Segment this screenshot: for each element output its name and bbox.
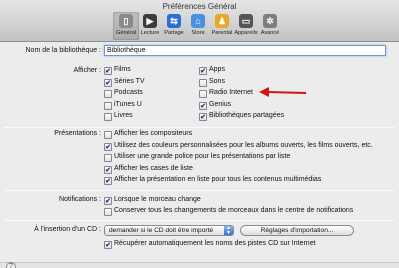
show-bibliotheques-partagees-checkbox[interactable] bbox=[199, 113, 207, 121]
share-icon: ⇆ bbox=[167, 14, 181, 28]
cd-insert-select-value: demander si le CD doit être importé bbox=[109, 227, 214, 234]
notifications-label: Notifications : bbox=[58, 196, 101, 203]
show-radio-internet-label: Radio Internet bbox=[209, 89, 253, 96]
presentations-label: Présentations : bbox=[54, 130, 101, 137]
show-sons-checkbox[interactable] bbox=[199, 78, 207, 87]
toolbar-tab-lecture[interactable]: ▶ Lecture bbox=[137, 12, 163, 40]
store-icon: ⌂ bbox=[191, 14, 205, 28]
toolbar-tab-avanc[interactable]: ✲ Avancé bbox=[257, 12, 283, 40]
toolbar-tab-partage[interactable]: ⇆ Partage bbox=[161, 12, 187, 40]
library-name-input[interactable]: Bibliothèque bbox=[104, 45, 386, 56]
library-name-label: Nom de la bibliothèque : bbox=[25, 47, 102, 54]
show-livres-checkbox[interactable] bbox=[104, 113, 112, 121]
gear-icon: ✲ bbox=[263, 14, 277, 28]
show-apps-checkbox[interactable] bbox=[199, 67, 207, 75]
toolbar-tab-appareils[interactable]: ▭ Appareils bbox=[233, 12, 259, 40]
popup-arrows-icon: ▲ ▼ bbox=[224, 226, 233, 235]
separator bbox=[4, 190, 395, 191]
bottom-bar bbox=[0, 262, 399, 268]
view-afficher-les-compositeurs-label: Afficher les compositeurs bbox=[114, 130, 193, 137]
red-arrow-annotation bbox=[259, 87, 307, 97]
switch-icon: ▯ bbox=[119, 14, 133, 28]
toolbar-tab-label: Lecture bbox=[140, 30, 160, 36]
show-podcasts-checkbox[interactable] bbox=[104, 90, 112, 98]
toolbar-tab-label: Général bbox=[116, 30, 136, 36]
show-genius-checkbox[interactable] bbox=[199, 101, 207, 110]
play-icon: ▶ bbox=[143, 14, 157, 28]
view-utilisez-des-couleurs-personna-checkbox[interactable] bbox=[104, 142, 112, 151]
view-afficher-la-presentation-en-li-checkbox[interactable] bbox=[104, 177, 112, 185]
show-films-checkbox[interactable] bbox=[104, 67, 112, 75]
view-utilisez-des-couleurs-personna-label: Utilisez des couleurs personnalisées pou… bbox=[114, 141, 373, 149]
cd-insert-select[interactable]: demander si le CD doit être importé ▲ ▼ bbox=[104, 225, 234, 236]
toolbar-tab-label: Appareils bbox=[234, 30, 258, 36]
notify-conserver-tous-les-changements-checkbox[interactable] bbox=[104, 208, 112, 216]
parental-icon: ♟ bbox=[215, 14, 229, 28]
view-afficher-la-presentation-en-li-label: Afficher la présentation en liste pour t… bbox=[114, 176, 322, 183]
help-button[interactable]: ? bbox=[6, 262, 16, 268]
notify-conserver-tous-les-changements-label: Conserver tous les changements de morcea… bbox=[114, 207, 354, 214]
help-icon: ? bbox=[9, 263, 13, 268]
auto-track-names-label: Récupérer automatiquement les noms des p… bbox=[114, 240, 316, 247]
cd-insert-label: À l'insertion d'un CD : bbox=[34, 226, 101, 233]
toolbar-tab-label: Parental bbox=[211, 30, 233, 36]
title-bar: Préférences Général ▯ Général ▶ Lecture ⇆ Par… bbox=[0, 0, 399, 42]
devices-icon: ▭ bbox=[239, 14, 253, 28]
preferences-window: Préférences Général ▯ Général ▶ Lecture ⇆ Par… bbox=[0, 0, 399, 268]
toolbar-tab-parental[interactable]: ♟ Parental bbox=[209, 12, 235, 40]
show-series-tv-checkbox[interactable] bbox=[104, 78, 112, 87]
toolbar-tab-label: Store bbox=[191, 30, 205, 36]
toolbar-tab-gnral[interactable]: ▯ Général bbox=[113, 12, 139, 40]
auto-track-names-checkbox[interactable] bbox=[104, 241, 112, 249]
show-bibliotheques-partagees-label: Bibliothèques partagées bbox=[209, 112, 285, 119]
show-sons-label: Sons bbox=[209, 77, 225, 85]
show-podcasts-label: Podcasts bbox=[114, 89, 143, 96]
toolbar-tab-store[interactable]: ⌂ Store bbox=[185, 12, 211, 40]
view-afficher-les-cases-de-liste-label: Afficher les cases de liste bbox=[114, 164, 193, 172]
view-utiliser-une-grande-police-pou-label: Utiliser une grande police pour les prés… bbox=[114, 153, 291, 160]
show-itunes-u-label: iTunes U bbox=[114, 100, 142, 108]
view-afficher-les-cases-de-liste-checkbox[interactable] bbox=[104, 165, 112, 174]
show-apps-label: Apps bbox=[209, 66, 225, 73]
notify-lorsque-le-morceau-change-checkbox[interactable] bbox=[104, 197, 112, 205]
afficher-label: Afficher : bbox=[73, 67, 102, 74]
show-genius-label: Genius bbox=[209, 100, 232, 108]
toolbar-tab-label: Avancé bbox=[260, 30, 280, 36]
show-films-label: Films bbox=[114, 66, 131, 73]
notify-lorsque-le-morceau-change-label: Lorsque le morceau change bbox=[114, 196, 201, 203]
view-afficher-les-compositeurs-checkbox[interactable] bbox=[104, 131, 112, 139]
show-series-tv-label: Séries TV bbox=[114, 77, 145, 85]
show-itunes-u-checkbox[interactable] bbox=[104, 101, 112, 110]
view-utiliser-une-grande-police-pou-checkbox[interactable] bbox=[104, 154, 112, 162]
show-livres-label: Livres bbox=[114, 112, 133, 119]
import-settings-button[interactable]: Réglages d'importation... bbox=[240, 225, 354, 236]
toolbar-tab-label: Partage bbox=[164, 30, 184, 36]
separator bbox=[4, 220, 395, 221]
separator bbox=[4, 127, 395, 128]
show-radio-internet-checkbox[interactable] bbox=[199, 90, 207, 98]
window-title: Préférences Général bbox=[162, 2, 237, 11]
